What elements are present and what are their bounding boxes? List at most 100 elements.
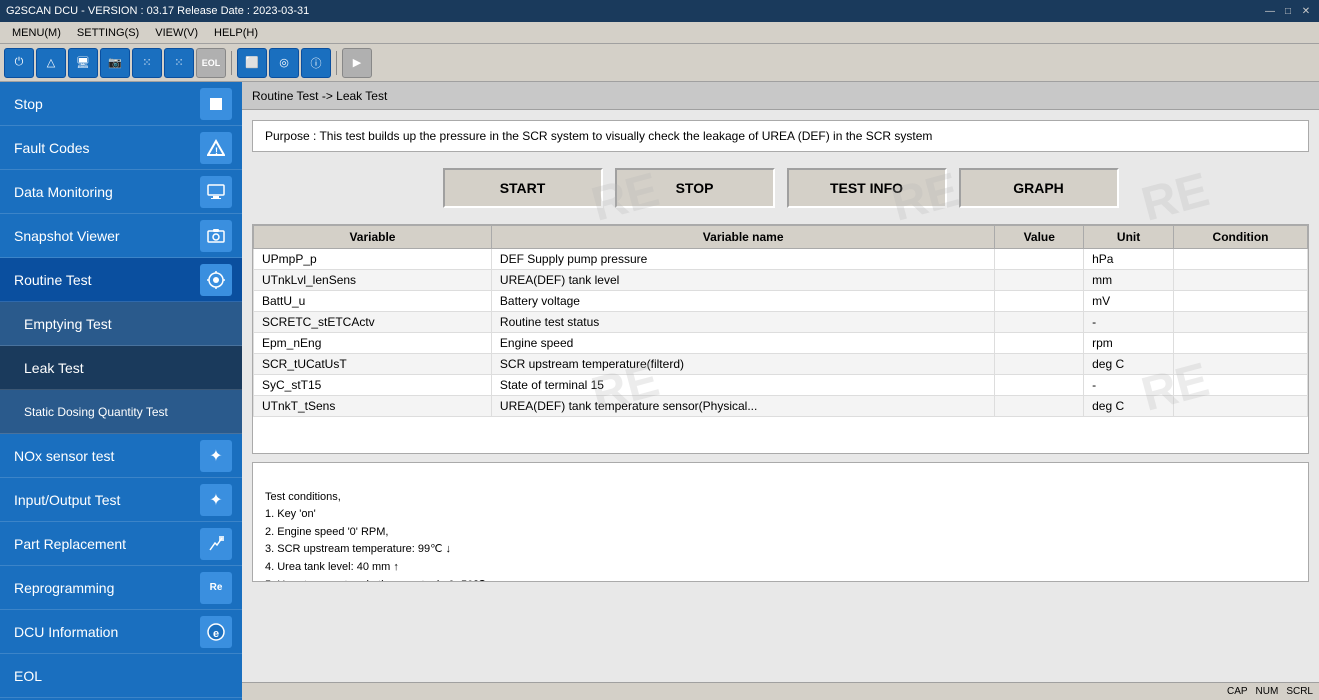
- menu-item-help[interactable]: HELP(H): [206, 25, 266, 41]
- table-body: UPmpP_pDEF Supply pump pressurehPaUTnkLv…: [254, 249, 1308, 417]
- table-cell-name: SCR upstream temperature(filterd): [491, 354, 994, 375]
- table-cell-name: Routine test status: [491, 312, 994, 333]
- status-scrl: SCRL: [1286, 686, 1313, 697]
- menu-item-menu[interactable]: MENU(M): [4, 25, 69, 41]
- graph-button[interactable]: GRAPH: [959, 168, 1119, 208]
- toolbar-btn-dots2[interactable]: ⁙: [164, 48, 194, 78]
- toolbar-btn-monitor[interactable]: 🖥: [68, 48, 98, 78]
- toolbar: ⏻ △ 🖥 📷 ⁙ ⁙ EOL ⬜ ◎ ⓘ ▶: [0, 44, 1319, 82]
- table-cell-condition: [1174, 333, 1308, 354]
- menu-item-setting[interactable]: SETTING(S): [69, 25, 147, 41]
- test-info-button[interactable]: TEST INFO: [787, 168, 947, 208]
- sidebar-item-data-monitoring[interactable]: Data Monitoring: [0, 170, 242, 214]
- toolbar-btn-extra[interactable]: ▶: [342, 48, 372, 78]
- toolbar-btn-eol[interactable]: EOL: [196, 48, 226, 78]
- toolbar-btn-screen[interactable]: ⬜: [237, 48, 267, 78]
- table-cell-condition: [1174, 312, 1308, 333]
- sidebar-item-routine-test-label: Routine Test: [14, 272, 92, 288]
- input-output-icon: ✦: [200, 484, 232, 516]
- table-cell-unit: deg C: [1084, 396, 1174, 417]
- nox-sensor-icon: ✦: [200, 440, 232, 472]
- sidebar-item-leak-test-label: Leak Test: [24, 360, 84, 376]
- sidebar-item-reprogramming[interactable]: Reprogramming Re: [0, 566, 242, 610]
- toolbar-btn-power[interactable]: ⏻: [4, 48, 34, 78]
- toolbar-btn-camera[interactable]: 📷: [100, 48, 130, 78]
- col-condition: Condition: [1174, 226, 1308, 249]
- table-row: SCRETC_stETCActvRoutine test status-: [254, 312, 1308, 333]
- data-table-container: Variable Variable name Value Unit Condit…: [252, 224, 1309, 454]
- table-cell-condition: [1174, 249, 1308, 270]
- table-cell-value: [995, 270, 1084, 291]
- sidebar-item-nox-sensor[interactable]: NOx sensor test ✦: [0, 434, 242, 478]
- sidebar-item-fault-codes-label: Fault Codes: [14, 140, 89, 156]
- table-row: UTnkT_tSensUREA(DEF) tank temperature se…: [254, 396, 1308, 417]
- table-row: BattU_uBattery voltagemV: [254, 291, 1308, 312]
- table-cell-unit: rpm: [1084, 333, 1174, 354]
- purpose-box: Purpose : This test builds up the pressu…: [252, 120, 1309, 152]
- table-cell-value: [995, 396, 1084, 417]
- sidebar-item-snapshot-label: Snapshot Viewer: [14, 228, 120, 244]
- table-cell-unit: deg C: [1084, 354, 1174, 375]
- sidebar-item-fault-codes[interactable]: Fault Codes !: [0, 126, 242, 170]
- sidebar-item-routine-test[interactable]: Routine Test: [0, 258, 242, 302]
- sidebar-item-leak-test[interactable]: Leak Test: [0, 346, 242, 390]
- sidebar-item-input-output-label: Input/Output Test: [14, 492, 120, 508]
- toolbar-btn-circle[interactable]: ◎: [269, 48, 299, 78]
- table-row: UPmpP_pDEF Supply pump pressurehPa: [254, 249, 1308, 270]
- table-cell-variable: Epm_nEng: [254, 333, 492, 354]
- sidebar-item-stop[interactable]: Stop: [0, 82, 242, 126]
- table-cell-condition: [1174, 270, 1308, 291]
- table-cell-variable: SCR_tUCatUsT: [254, 354, 492, 375]
- purpose-text: Purpose : This test builds up the pressu…: [265, 129, 932, 143]
- button-row: START STOP TEST INFO GRAPH: [252, 160, 1309, 216]
- stop-icon: [200, 88, 232, 120]
- content-area: Routine Test -> Leak Test RE RE RE RE RE…: [242, 82, 1319, 700]
- minimize-btn[interactable]: —: [1263, 4, 1277, 18]
- table-cell-condition: [1174, 354, 1308, 375]
- table-cell-unit: mV: [1084, 291, 1174, 312]
- toolbar-btn-info[interactable]: ⓘ: [301, 48, 331, 78]
- status-bar: CAP NUM SCRL: [242, 682, 1319, 700]
- menu-item-view[interactable]: VIEW(V): [147, 25, 206, 41]
- sidebar-item-emptying-test[interactable]: Emptying Test: [0, 302, 242, 346]
- data-table: Variable Variable name Value Unit Condit…: [253, 225, 1308, 417]
- toolbar-btn-alert[interactable]: △: [36, 48, 66, 78]
- sidebar-item-static-dosing-label: Static Dosing Quantity Test: [24, 405, 168, 419]
- table-cell-unit: hPa: [1084, 249, 1174, 270]
- dcu-info-icon: e: [200, 616, 232, 648]
- start-button[interactable]: START: [443, 168, 603, 208]
- table-cell-name: UREA(DEF) tank temperature sensor(Physic…: [491, 396, 994, 417]
- part-replacement-icon: [200, 528, 232, 560]
- close-btn[interactable]: ✕: [1299, 4, 1313, 18]
- toolbar-btn-dots1[interactable]: ⁙: [132, 48, 162, 78]
- sidebar-item-stop-label: Stop: [14, 96, 43, 112]
- data-monitoring-icon: [200, 176, 232, 208]
- menu-bar: MENU(M) SETTING(S) VIEW(V) HELP(H): [0, 22, 1319, 44]
- sidebar-item-dcu-info-label: DCU Information: [14, 624, 118, 640]
- table-cell-unit: -: [1084, 375, 1174, 396]
- conditions-box: Test conditions, 1. Key 'on' 2. Engine s…: [252, 462, 1309, 582]
- maximize-btn[interactable]: □: [1281, 4, 1295, 18]
- main-layout: Stop Fault Codes ! Data Monitoring Snaps…: [0, 82, 1319, 700]
- title-bar-controls[interactable]: — □ ✕: [1263, 4, 1313, 18]
- stop-button[interactable]: STOP: [615, 168, 775, 208]
- snapshot-icon: [200, 220, 232, 252]
- title-bar: G2SCAN DCU - VERSION : 03.17 Release Dat…: [0, 0, 1319, 22]
- table-cell-value: [995, 354, 1084, 375]
- sidebar-item-static-dosing[interactable]: Static Dosing Quantity Test: [0, 390, 242, 434]
- table-row: SyC_stT15State of terminal 15-: [254, 375, 1308, 396]
- toolbar-separator: [231, 51, 232, 75]
- table-cell-condition: [1174, 291, 1308, 312]
- sidebar-item-part-replacement[interactable]: Part Replacement: [0, 522, 242, 566]
- sidebar-item-dcu-info[interactable]: DCU Information e: [0, 610, 242, 654]
- table-cell-value: [995, 291, 1084, 312]
- table-row: UTnkLvl_lenSensUREA(DEF) tank levelmm: [254, 270, 1308, 291]
- sidebar-item-eol[interactable]: EOL: [0, 654, 242, 698]
- sidebar-item-input-output[interactable]: Input/Output Test ✦: [0, 478, 242, 522]
- sidebar: Stop Fault Codes ! Data Monitoring Snaps…: [0, 82, 242, 700]
- table-row: SCR_tUCatUsTSCR upstream temperature(fil…: [254, 354, 1308, 375]
- breadcrumb: Routine Test -> Leak Test: [242, 82, 1319, 110]
- sidebar-item-snapshot[interactable]: Snapshot Viewer: [0, 214, 242, 258]
- content-inner: RE RE RE RE RE Purpose : This test build…: [242, 110, 1319, 682]
- table-cell-variable: BattU_u: [254, 291, 492, 312]
